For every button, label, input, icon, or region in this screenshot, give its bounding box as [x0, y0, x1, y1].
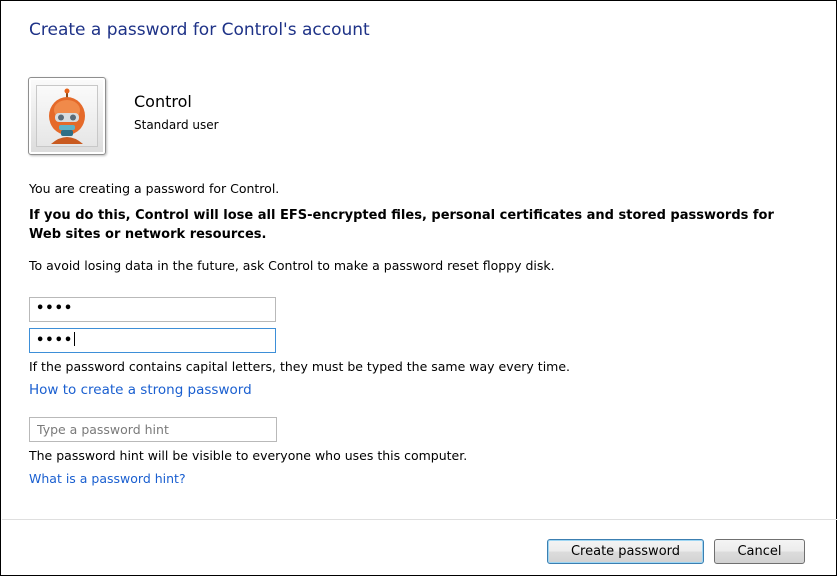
- account-type: Standard user: [134, 118, 219, 132]
- new-password-field[interactable]: ••••: [29, 297, 276, 322]
- page-title: Create a password for Control's account: [29, 20, 370, 40]
- efs-warning: If you do this, Control will lose all EF…: [29, 208, 774, 242]
- creating-message: You are creating a password for Control.: [29, 181, 280, 196]
- footer-divider: [2, 519, 837, 520]
- reset-disk-message: To avoid losing data in the future, ask …: [29, 258, 555, 273]
- password-hint-input[interactable]: [29, 417, 277, 442]
- hint-visibility-note: The password hint will be visible to eve…: [29, 448, 468, 463]
- robot-avatar-icon: [49, 88, 85, 144]
- strong-password-link[interactable]: How to create a strong password: [29, 382, 252, 398]
- account-name: Control: [134, 92, 192, 111]
- cancel-button[interactable]: Cancel: [714, 539, 805, 564]
- avatar-frame: [36, 85, 98, 147]
- capital-letters-note: If the password contains capital letters…: [29, 359, 571, 374]
- create-password-button[interactable]: Create password: [547, 539, 704, 564]
- confirm-password-value: ••••: [36, 333, 74, 348]
- confirm-password-field[interactable]: ••••: [29, 328, 276, 353]
- new-password-value: ••••: [36, 301, 74, 316]
- avatar: [28, 77, 106, 155]
- text-caret: [74, 332, 76, 346]
- password-hint-help-link[interactable]: What is a password hint?: [29, 471, 186, 486]
- dialog-window: Create a password for Control's account: [0, 0, 837, 576]
